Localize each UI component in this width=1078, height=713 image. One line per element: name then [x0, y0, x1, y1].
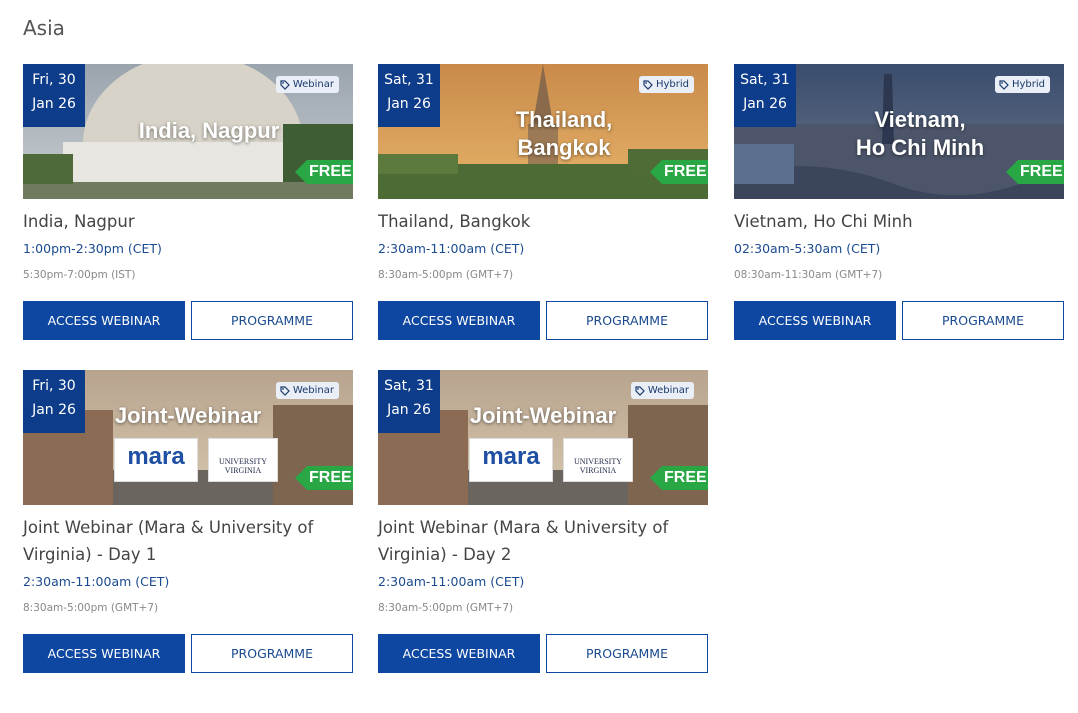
image-title-line-1: Vietnam, [874, 107, 966, 132]
event-image[interactable]: Sat, 31 Jan 26 Hybrid Vietnam, Ho Chi Mi… [734, 64, 1064, 199]
access-webinar-button[interactable]: ACCESS WEBINAR [378, 634, 540, 673]
image-title-line-1: Thailand, [515, 107, 613, 132]
time-local: 5:30pm-7:00pm (IST) [23, 269, 136, 281]
tag-icon [280, 79, 290, 90]
image-title: India, Nagpur [138, 118, 280, 143]
event-card-thailand-bangkok: Sat, 31 Jan 26 Hybrid Thailand, Bangkok … [378, 64, 708, 340]
tag-icon [635, 385, 645, 396]
event-title[interactable]: India, Nagpur [23, 208, 353, 235]
time-cet: 2:30am-11:00am (CET) [378, 574, 525, 589]
mara-logo-text: mara [482, 443, 540, 470]
event-card-joint-webinar-day-2: Sat, 31 Jan 26 Webinar Joint-Webinar mar… [378, 370, 708, 673]
date-day: Fri, 30 [32, 378, 76, 394]
uva-logo-line-2: VIRGINIA [224, 466, 262, 475]
time-local: 8:30am-5:00pm (GMT+7) [378, 602, 514, 614]
event-card-india-nagpur: Fri, 30 Jan 26 Webinar India, Nagpur FRE… [23, 64, 353, 340]
image-title: Joint-Webinar [114, 403, 262, 428]
access-webinar-button[interactable]: ACCESS WEBINAR [23, 301, 185, 340]
event-title[interactable]: Joint Webinar (Mara & University of Virg… [23, 514, 353, 568]
type-badge: Hybrid [994, 76, 1050, 93]
uva-logo-line-1: UNIVERSITY [219, 457, 267, 466]
image-title: Joint-Webinar [469, 403, 617, 428]
event-image[interactable]: Fri, 30 Jan 26 Webinar Joint-Webinar mar… [23, 370, 353, 505]
type-label: Hybrid [1011, 79, 1045, 90]
free-ribbon: FREE [295, 160, 353, 184]
access-webinar-button[interactable]: ACCESS WEBINAR [734, 301, 896, 340]
tag-icon [280, 385, 290, 396]
type-label: Hybrid [655, 79, 689, 90]
university-of-virginia-logo: UNIVERSITY VIRGINIA [563, 438, 633, 482]
event-card-vietnam-ho-chi-minh: Sat, 31 Jan 26 Hybrid Vietnam, Ho Chi Mi… [734, 64, 1064, 340]
image-title: Vietnam, Ho Chi Minh [796, 106, 1044, 162]
type-badge: Webinar [275, 76, 339, 93]
type-badge: Webinar [630, 382, 694, 399]
date-day: Fri, 30 [32, 72, 76, 88]
tag-icon [999, 79, 1009, 90]
type-label: Webinar [292, 385, 334, 396]
image-title: Thailand, Bangkok [440, 106, 688, 162]
time-local: 8:30am-5:00pm (GMT+7) [23, 602, 159, 614]
mara-logo: mara [114, 438, 198, 482]
image-title-line-2: Ho Chi Minh [855, 135, 985, 160]
type-label: Webinar [647, 385, 689, 396]
date-month: Jan 26 [743, 96, 787, 112]
programme-button[interactable]: PROGRAMME [546, 301, 708, 340]
free-ribbon: FREE [650, 160, 708, 184]
free-ribbon: FREE [1006, 160, 1064, 184]
access-webinar-button[interactable]: ACCESS WEBINAR [23, 634, 185, 673]
section-title: Asia [23, 16, 65, 40]
date-day: Sat, 31 [740, 72, 790, 88]
event-card-joint-webinar-day-1: Fri, 30 Jan 26 Webinar Joint-Webinar mar… [23, 370, 353, 673]
mara-logo: mara [469, 438, 553, 482]
access-webinar-button[interactable]: ACCESS WEBINAR [378, 301, 540, 340]
tag-icon [643, 79, 653, 90]
event-title[interactable]: Joint Webinar (Mara & University of Virg… [378, 514, 708, 568]
time-local: 8:30am-5:00pm (GMT+7) [378, 269, 514, 281]
programme-button[interactable]: PROGRAMME [191, 634, 353, 673]
date-day: Sat, 31 [384, 378, 434, 394]
image-title-line-2: Bangkok [517, 135, 611, 160]
time-local: 08:30am-11:30am (GMT+7) [734, 269, 883, 281]
type-badge: Hybrid [638, 76, 694, 93]
type-badge: Webinar [275, 382, 339, 399]
time-cet: 02:30am-5:30am (CET) [734, 241, 881, 256]
event-image[interactable]: Sat, 31 Jan 26 Hybrid Thailand, Bangkok … [378, 64, 708, 199]
date-month: Jan 26 [387, 96, 431, 112]
programme-button[interactable]: PROGRAMME [191, 301, 353, 340]
event-image[interactable]: Fri, 30 Jan 26 Webinar India, Nagpur FRE… [23, 64, 353, 199]
date-month: Jan 26 [32, 96, 76, 112]
university-of-virginia-logo: UNIVERSITY VIRGINIA [208, 438, 278, 482]
time-cet: 2:30am-11:00am (CET) [378, 241, 525, 256]
date-day: Sat, 31 [384, 72, 434, 88]
free-ribbon: FREE [295, 466, 353, 490]
event-image[interactable]: Sat, 31 Jan 26 Webinar Joint-Webinar mar… [378, 370, 708, 505]
date-badge: Fri, 30 Jan 26 [23, 64, 85, 127]
time-cet: 1:00pm-2:30pm (CET) [23, 241, 162, 256]
programme-button[interactable]: PROGRAMME [902, 301, 1064, 340]
time-cet: 2:30am-11:00am (CET) [23, 574, 170, 589]
uva-logo-line-1: UNIVERSITY [574, 457, 622, 466]
type-label: Webinar [292, 79, 334, 90]
date-badge: Sat, 31 Jan 26 [378, 64, 440, 127]
mara-logo-text: mara [127, 443, 185, 470]
free-ribbon: FREE [650, 466, 708, 490]
date-badge: Sat, 31 Jan 26 [734, 64, 796, 127]
event-title[interactable]: Vietnam, Ho Chi Minh [734, 208, 1064, 235]
event-title[interactable]: Thailand, Bangkok [378, 208, 708, 235]
uva-logo-line-2: VIRGINIA [579, 466, 617, 475]
programme-button[interactable]: PROGRAMME [546, 634, 708, 673]
